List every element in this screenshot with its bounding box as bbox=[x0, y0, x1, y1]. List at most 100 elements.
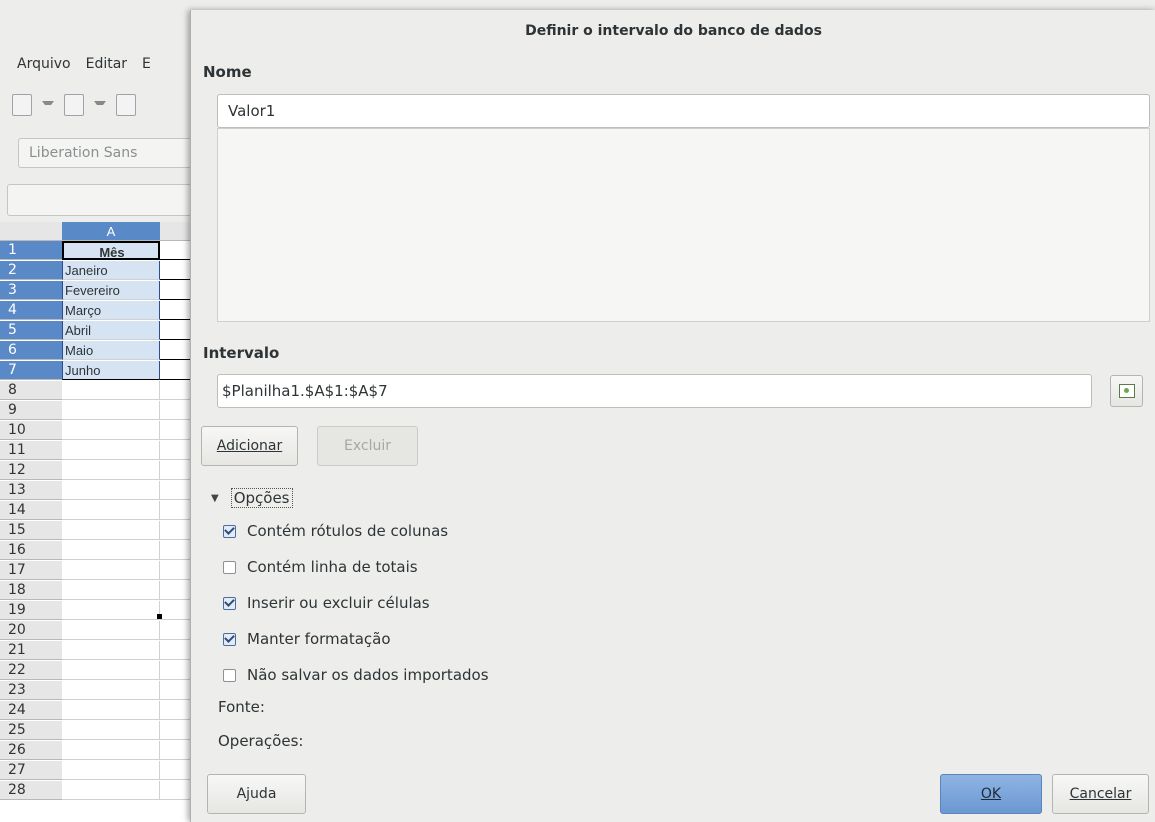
checkbox-icon[interactable] bbox=[223, 668, 236, 682]
cell-a[interactable]: Fevereiro bbox=[62, 281, 160, 300]
row-header[interactable]: 13 bbox=[0, 481, 62, 500]
row-header[interactable]: 11 bbox=[0, 441, 62, 460]
row-header[interactable]: 24 bbox=[0, 701, 62, 720]
row-header[interactable]: 15 bbox=[0, 521, 62, 540]
cell-a[interactable]: Janeiro bbox=[62, 261, 160, 280]
column-header-a[interactable]: A bbox=[62, 222, 160, 240]
cell-a[interactable] bbox=[62, 561, 160, 580]
cell-a[interactable] bbox=[62, 541, 160, 560]
cell-a[interactable] bbox=[62, 481, 160, 500]
cell-a[interactable] bbox=[62, 681, 160, 700]
table-row: 8 bbox=[0, 381, 200, 401]
row-header[interactable]: 5 bbox=[0, 321, 62, 340]
table-row: 17 bbox=[0, 561, 200, 581]
contains-totals-row-checkbox[interactable]: Contém linha de totais bbox=[223, 558, 418, 576]
row-header[interactable]: 8 bbox=[0, 381, 62, 400]
row-header[interactable]: 12 bbox=[0, 461, 62, 480]
row-header[interactable]: 28 bbox=[0, 781, 62, 800]
checkbox-icon[interactable] bbox=[223, 596, 236, 610]
row-header[interactable]: 27 bbox=[0, 761, 62, 780]
row-header[interactable]: 3 bbox=[0, 281, 62, 300]
name-input[interactable]: Valor1 bbox=[217, 94, 1150, 128]
row-header[interactable]: 14 bbox=[0, 501, 62, 520]
expand-triangle-icon: ▼ bbox=[211, 492, 219, 504]
row-header[interactable]: 19 bbox=[0, 601, 62, 620]
row-header[interactable]: 2 bbox=[0, 261, 62, 280]
row-header[interactable]: 22 bbox=[0, 661, 62, 680]
cell-a[interactable] bbox=[62, 781, 160, 800]
cell-a[interactable] bbox=[62, 661, 160, 680]
table-row: 21 bbox=[0, 641, 200, 661]
row-header[interactable]: 23 bbox=[0, 681, 62, 700]
range-input[interactable]: $Planilha1.$A$1:$A$7 bbox=[217, 374, 1092, 408]
row-header[interactable]: 4 bbox=[0, 301, 62, 320]
cell-a[interactable]: Maio bbox=[62, 341, 160, 360]
cell-a[interactable] bbox=[62, 461, 160, 480]
range-name-list[interactable] bbox=[217, 128, 1150, 322]
open-folder-icon[interactable] bbox=[64, 94, 84, 116]
keep-formatting-checkbox[interactable]: Manter formatação bbox=[223, 630, 391, 648]
name-label: Nome bbox=[203, 63, 252, 81]
add-button[interactable]: Adicionar bbox=[201, 426, 298, 466]
chevron-down-icon[interactable] bbox=[42, 101, 54, 109]
dialog-title: Definir o intervalo do banco de dados bbox=[525, 23, 822, 39]
cell-a[interactable]: Junho bbox=[62, 361, 160, 380]
row-header[interactable]: 6 bbox=[0, 341, 62, 360]
help-button[interactable]: Ajuda bbox=[207, 774, 306, 814]
cell-a[interactable]: Mês bbox=[62, 241, 160, 260]
menu-arquivo[interactable]: Arquivo bbox=[0, 56, 80, 80]
cell-a[interactable] bbox=[62, 581, 160, 600]
formula-bar[interactable] bbox=[7, 184, 200, 216]
insert-delete-cells-checkbox[interactable]: Inserir ou excluir células bbox=[223, 594, 430, 612]
row-header[interactable]: 9 bbox=[0, 401, 62, 420]
row-header[interactable]: 25 bbox=[0, 721, 62, 740]
row-header[interactable]: 20 bbox=[0, 621, 62, 640]
delete-button[interactable]: Excluir bbox=[317, 426, 418, 466]
cell-a[interactable] bbox=[62, 401, 160, 420]
table-row: 25 bbox=[0, 721, 200, 741]
cell-a[interactable] bbox=[62, 521, 160, 540]
row-header[interactable]: 10 bbox=[0, 421, 62, 440]
row-header[interactable]: 26 bbox=[0, 741, 62, 760]
dont-save-imported-data-checkbox[interactable]: Não salvar os dados importados bbox=[223, 666, 489, 684]
menu-editar[interactable]: Editar bbox=[80, 56, 136, 80]
row-header[interactable]: 18 bbox=[0, 581, 62, 600]
options-expander[interactable]: ▼ Opções bbox=[211, 488, 293, 508]
font-name-box[interactable]: Liberation Sans bbox=[18, 138, 200, 168]
checkbox-icon[interactable] bbox=[223, 524, 236, 538]
row-header[interactable]: 17 bbox=[0, 561, 62, 580]
cell-a[interactable] bbox=[62, 641, 160, 660]
row-header[interactable]: 16 bbox=[0, 541, 62, 560]
add-button-label: Adicionar bbox=[216, 438, 283, 454]
table-row: 9 bbox=[0, 401, 200, 421]
fill-handle[interactable] bbox=[157, 614, 162, 619]
table-row: 13 bbox=[0, 481, 200, 501]
cell-a[interactable] bbox=[62, 741, 160, 760]
menu-exibir[interactable]: E bbox=[136, 56, 160, 80]
shrink-range-button[interactable] bbox=[1110, 375, 1143, 407]
save-icon[interactable] bbox=[116, 94, 136, 116]
cell-a[interactable] bbox=[62, 421, 160, 440]
cell-a[interactable] bbox=[62, 721, 160, 740]
cancel-button[interactable]: Cancelar bbox=[1052, 774, 1149, 814]
checkbox-icon[interactable] bbox=[223, 560, 236, 574]
cell-a[interactable] bbox=[62, 501, 160, 520]
cell-a[interactable] bbox=[62, 701, 160, 720]
row-header[interactable]: 7 bbox=[0, 361, 62, 380]
checkbox-icon[interactable] bbox=[223, 632, 236, 646]
cell-a[interactable]: Março bbox=[62, 301, 160, 320]
cell-a[interactable] bbox=[62, 381, 160, 400]
row-header[interactable]: 21 bbox=[0, 641, 62, 660]
chevron-down-icon[interactable] bbox=[94, 101, 106, 109]
ok-button[interactable]: OK bbox=[940, 774, 1042, 814]
table-row: 28 bbox=[0, 781, 200, 801]
contains-column-labels-checkbox[interactable]: Contém rótulos de colunas bbox=[223, 522, 448, 540]
sheet-grid[interactable]: A 1 Mês 2 Janeiro 3 Fevereiro 4 Março 5 Abril 6 Mai… bbox=[0, 222, 200, 822]
cell-a[interactable] bbox=[62, 441, 160, 460]
new-document-icon[interactable] bbox=[12, 94, 32, 116]
cell-a[interactable] bbox=[62, 761, 160, 780]
cell-a[interactable] bbox=[62, 601, 160, 620]
cell-a[interactable] bbox=[62, 621, 160, 640]
row-header[interactable]: 1 bbox=[0, 241, 62, 260]
cell-a[interactable]: Abril bbox=[62, 321, 160, 340]
